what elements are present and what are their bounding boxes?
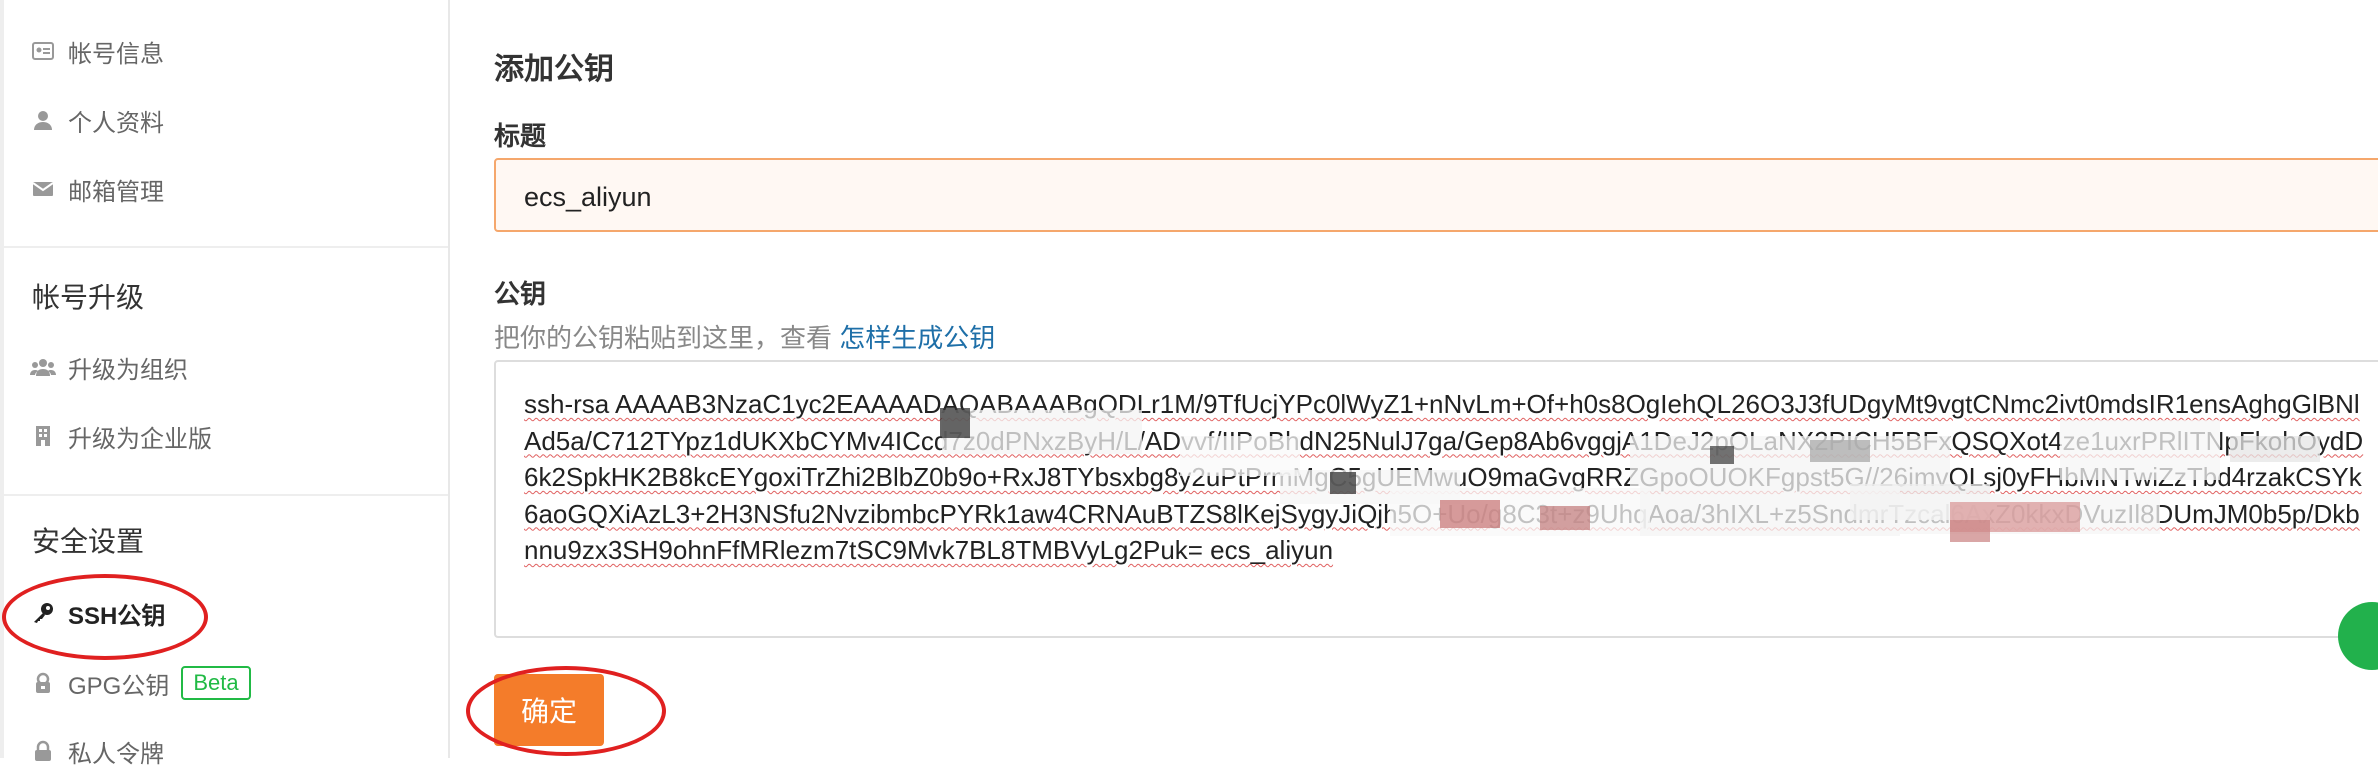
main-content: 添加公钥 标题 ecs_aliyun 公钥 把你的公钥粘贴到这里，查看 怎样生成… xyxy=(450,0,2378,758)
building-icon xyxy=(30,423,56,449)
key-hint: 把你的公钥粘贴到这里，查看 怎样生成公钥 xyxy=(494,318,995,355)
sidebar-item-upgrade-org[interactable]: 升级为组织 xyxy=(30,342,188,392)
redaction-blur xyxy=(1540,506,1590,530)
sidebar-divider xyxy=(4,246,448,248)
gpg-key-icon xyxy=(30,670,56,696)
page-title: 添加公钥 xyxy=(494,53,614,86)
users-icon xyxy=(30,354,56,380)
title-label: 标题 xyxy=(494,121,547,151)
sidebar-item-label: 升级为企业版 xyxy=(68,425,212,453)
id-card-icon xyxy=(30,38,56,64)
redaction-blur xyxy=(1950,520,1990,542)
envelope-icon xyxy=(30,176,56,202)
redaction-blur xyxy=(2060,420,2220,480)
key-label: 公钥 xyxy=(494,279,547,309)
beta-badge: Beta xyxy=(181,666,251,700)
sidebar-item-label: 私人令牌 xyxy=(68,740,164,768)
redaction-blur xyxy=(1710,446,1734,464)
how-to-generate-link[interactable]: 怎样生成公钥 xyxy=(839,323,995,353)
sidebar-item-label: 帐号信息 xyxy=(68,40,164,68)
key-icon xyxy=(30,600,56,626)
section-title-upgrade: 帐号升级 xyxy=(32,282,145,313)
sidebar: 帐号信息 个人资料 邮箱管理 帐号升级 升级为组织 升级为企业版 安全设置 SS… xyxy=(0,0,450,768)
sidebar-divider xyxy=(4,494,448,496)
sidebar-item-label: 邮箱管理 xyxy=(68,178,164,206)
sidebar-item-label: 个人资料 xyxy=(68,109,164,137)
redaction-blur xyxy=(1810,440,1870,462)
sidebar-item-gpg-keys[interactable]: GPG公钥 Beta xyxy=(30,658,251,708)
sidebar-item-private-tokens[interactable]: 私人令牌 xyxy=(30,726,164,776)
lock-icon xyxy=(30,738,56,764)
redaction-blur xyxy=(942,410,1142,454)
sidebar-edge xyxy=(0,0,4,758)
user-icon xyxy=(30,107,56,133)
redaction-blur xyxy=(1630,436,1950,486)
sidebar-item-email[interactable]: 邮箱管理 xyxy=(30,164,164,214)
key-hint-text: 把你的公钥粘贴到这里，查看 xyxy=(494,323,840,353)
sidebar-item-upgrade-enterprise[interactable]: 升级为企业版 xyxy=(30,411,212,461)
redaction-blur xyxy=(940,408,970,438)
redaction-blur xyxy=(1390,488,1650,536)
redaction-blur xyxy=(2230,436,2320,462)
sidebar-item-label: SSH公钥 xyxy=(68,602,166,630)
redaction-blur xyxy=(1330,472,1356,494)
section-title-security: 安全设置 xyxy=(32,526,145,557)
redaction-blur xyxy=(1440,500,1500,528)
sidebar-item-label: GPG公钥 xyxy=(68,672,170,700)
sidebar-item-profile[interactable]: 个人资料 xyxy=(30,95,164,145)
sidebar-item-label: 升级为组织 xyxy=(68,356,188,384)
title-input[interactable]: ecs_aliyun xyxy=(494,158,2378,232)
redaction-blur xyxy=(1640,486,1900,536)
submit-button[interactable]: 确定 xyxy=(494,674,604,746)
sidebar-item-ssh-keys[interactable]: SSH公钥 xyxy=(30,588,165,638)
sidebar-item-account-info[interactable]: 帐号信息 xyxy=(30,26,164,76)
